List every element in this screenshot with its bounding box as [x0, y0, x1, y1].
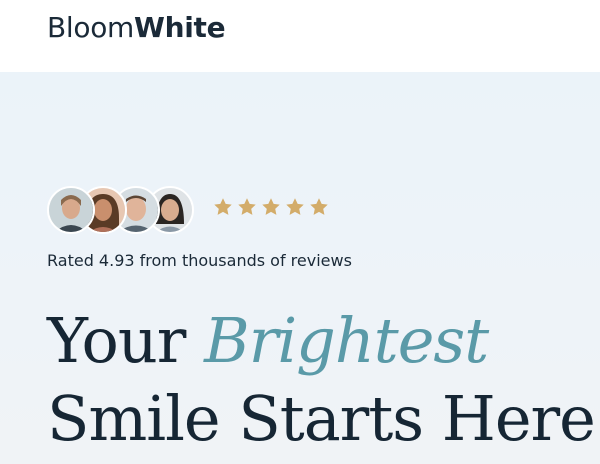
logo-text-bold: White [134, 11, 226, 44]
star-icon [238, 198, 256, 215]
headline-line-2: Smile Starts Here [47, 382, 596, 455]
star-rating [212, 196, 330, 224]
logo-text-light: Bloom [47, 11, 135, 44]
headline-line-1-prefix: Your [47, 304, 205, 377]
star-icon [286, 198, 304, 215]
rating-summary: Rated 4.93 from thousands of reviews [47, 251, 352, 270]
site-header: BloomWhite [0, 0, 600, 72]
star-icon [214, 198, 232, 215]
star-icon [262, 198, 280, 215]
customer-avatar-1 [47, 186, 95, 234]
review-avatars [47, 186, 197, 234]
headline-accent-word: Brightest [204, 304, 489, 377]
headline-line-1: Your Brightest [47, 302, 600, 380]
star-icon [310, 198, 328, 215]
brand-logo[interactable]: BloomWhite [47, 11, 226, 45]
hero-headline: Your Brightest Smile Starts Here [47, 302, 600, 458]
